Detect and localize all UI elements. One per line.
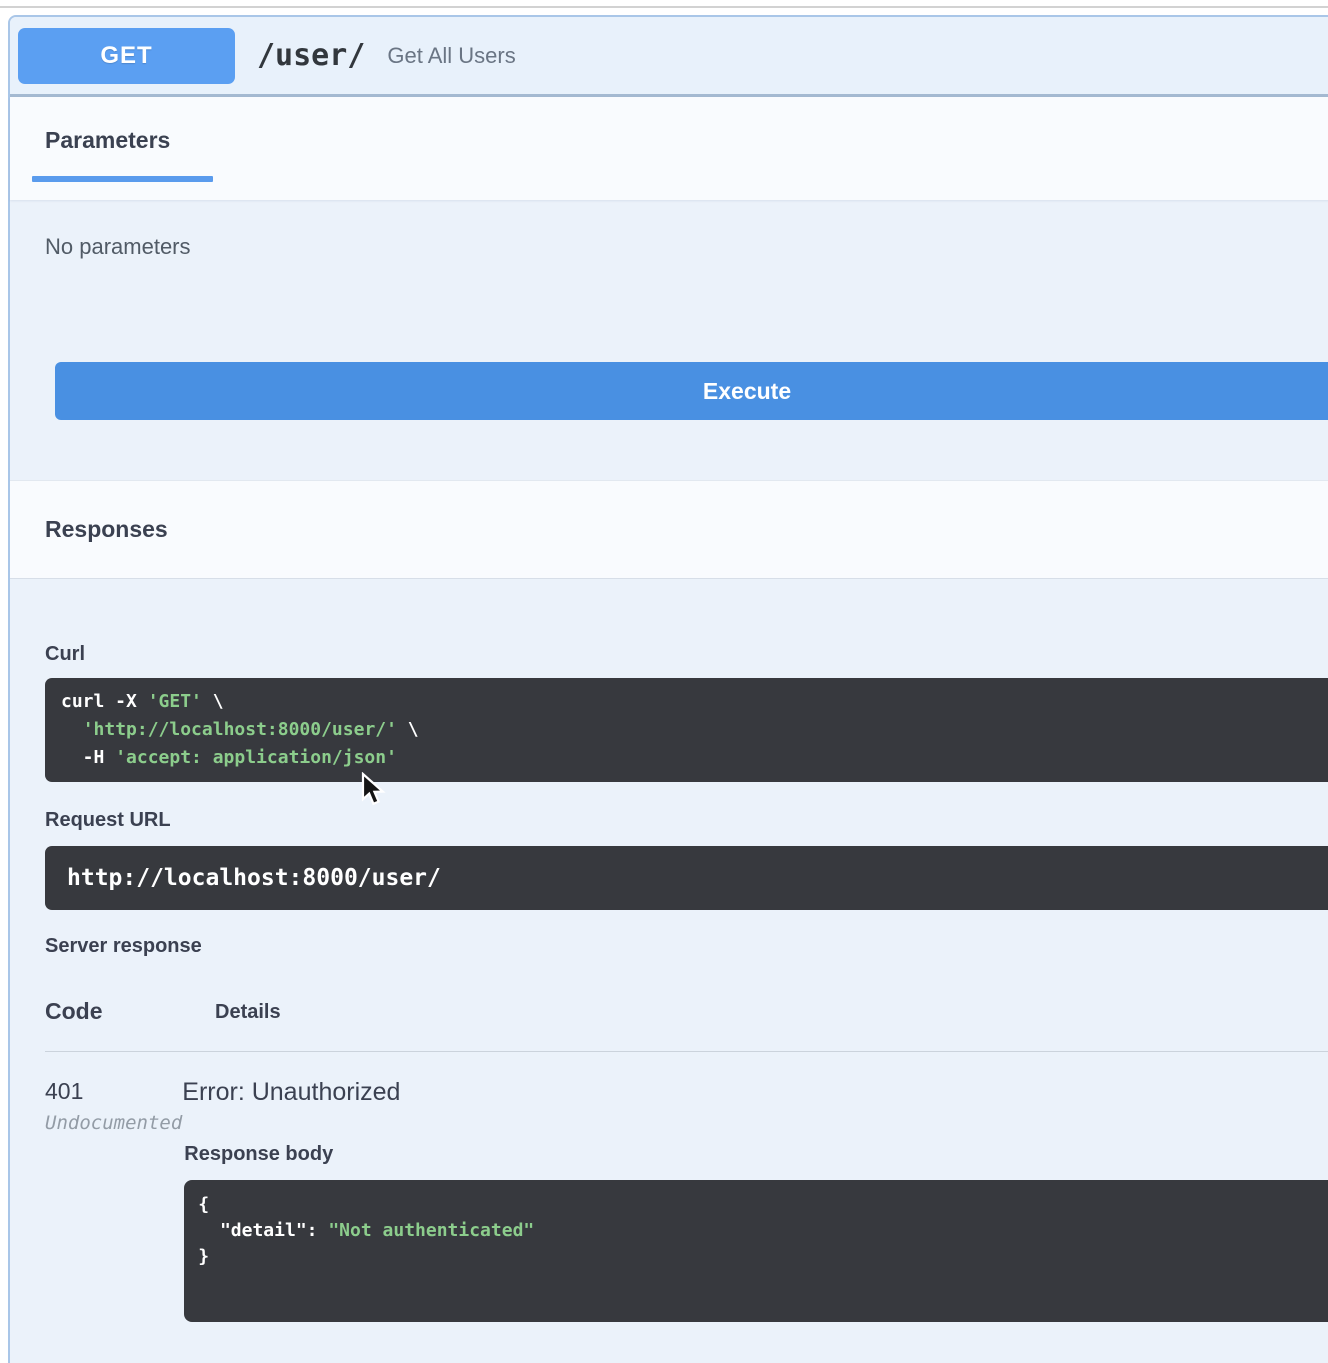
response-description: Error: Unauthorized xyxy=(182,1078,401,1106)
body-line-1: { xyxy=(198,1192,1328,1218)
curl-accept-string: 'accept: application/json' xyxy=(115,747,397,768)
server-response-label: Server response xyxy=(45,935,202,957)
response-code-cell: 401 Undocumented xyxy=(45,1052,182,1322)
curl-line-continuation: \ xyxy=(201,691,224,712)
responses-body: Curl curl -X 'GET' \ 'http://localhost:8… xyxy=(10,579,1328,1363)
method-badge: GET xyxy=(18,27,235,84)
curl-label: Curl xyxy=(45,643,85,665)
json-close-brace: } xyxy=(198,1246,210,1267)
curl-indent xyxy=(61,719,83,740)
execute-button[interactable]: Execute xyxy=(55,362,1328,420)
operation-summary-header[interactable]: GET /user/ Get All Users xyxy=(10,17,1328,97)
endpoint-path: /user/ xyxy=(257,38,366,73)
curl-line-1: curl -X 'GET' \ xyxy=(61,688,1328,716)
top-divider xyxy=(0,0,1328,15)
parameters-section-header: Parameters xyxy=(10,97,1328,200)
curl-url-string: 'http://localhost:8000/user/' xyxy=(82,719,397,740)
request-url-block[interactable]: http://localhost:8000/user/ xyxy=(45,846,1328,910)
server-response-table: Code Details 401 Undocumented Error: Una… xyxy=(45,994,1328,1322)
curl-header-flag: -H xyxy=(61,747,116,768)
json-key-detail: "detail" xyxy=(198,1220,307,1241)
curl-cmd-text: curl -X xyxy=(61,691,148,712)
curl-method-string: 'GET' xyxy=(147,691,202,712)
curl-line-continuation: \ xyxy=(396,719,419,740)
no-parameters-text: No parameters xyxy=(45,234,191,259)
status-code: 401 xyxy=(45,1078,84,1104)
responses-section-header: Responses xyxy=(10,480,1328,579)
json-colon: : xyxy=(306,1220,329,1241)
details-column-header: Details xyxy=(215,1001,281,1023)
request-url-value: http://localhost:8000/user/ xyxy=(67,865,441,891)
undocumented-note: Undocumented xyxy=(45,1112,183,1134)
curl-line-2: 'http://localhost:8000/user/' \ xyxy=(61,716,1328,744)
body-line-3: } xyxy=(198,1244,1328,1270)
code-column-header: Code xyxy=(45,998,103,1024)
tab-parameters[interactable]: Parameters xyxy=(32,127,213,182)
responses-title: Responses xyxy=(45,516,168,542)
response-details-cell: Error: Unauthorized Response body { "det… xyxy=(182,1052,1328,1322)
response-table-header: Code Details xyxy=(45,994,1328,1052)
opblock-get-user: GET /user/ Get All Users Parameters No p… xyxy=(8,15,1328,1363)
curl-command-block[interactable]: curl -X 'GET' \ 'http://localhost:8000/u… xyxy=(45,678,1328,782)
endpoint-summary: Get All Users xyxy=(387,42,516,68)
parameters-body: No parameters Execute xyxy=(10,200,1328,480)
body-line-2: "detail": "Not authenticated" xyxy=(198,1218,1328,1244)
request-url-label: Request URL xyxy=(45,809,171,831)
tab-parameters-label: Parameters xyxy=(45,127,171,153)
response-body-label: Response body xyxy=(184,1143,334,1165)
json-open-brace: { xyxy=(198,1194,210,1215)
response-body-block[interactable]: { "detail": "Not authenticated" } xyxy=(184,1180,1328,1322)
response-row-401: 401 Undocumented Error: Unauthorized Res… xyxy=(45,1052,1328,1322)
json-value-not-authenticated: "Not authenticated" xyxy=(328,1220,535,1241)
tab-active-underline xyxy=(32,176,213,182)
curl-line-3: -H 'accept: application/json' xyxy=(61,744,1328,772)
